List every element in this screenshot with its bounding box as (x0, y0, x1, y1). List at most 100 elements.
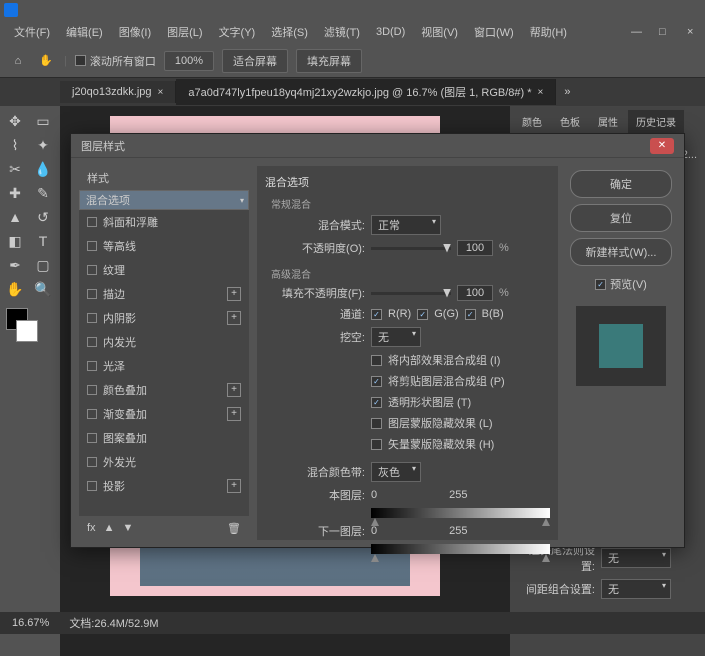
fx-icon[interactable]: fx (87, 522, 96, 534)
brush-tool-icon[interactable]: ✎ (30, 182, 56, 204)
blend-if-select[interactable]: 灰色 (371, 462, 421, 482)
under-layer-gradient[interactable] (371, 544, 550, 554)
style-checkbox[interactable] (87, 217, 97, 227)
fill-opacity-input[interactable]: 100 (457, 285, 493, 301)
channel-b-checkbox[interactable] (465, 309, 476, 320)
style-item-0[interactable]: 混合选项 (79, 190, 249, 210)
zoom-tool-icon[interactable]: 🔍 (30, 278, 56, 300)
style-checkbox[interactable] (87, 433, 97, 443)
new-style-button[interactable]: 新建样式(W)... (570, 238, 672, 266)
style-item-10[interactable]: 图案叠加 (79, 426, 249, 450)
history-brush-icon[interactable]: ↺ (30, 206, 56, 228)
knockout-select[interactable]: 无 (371, 327, 421, 347)
panel-tab-color[interactable]: 颜色 (514, 110, 550, 133)
healing-tool-icon[interactable]: ✚ (2, 182, 28, 204)
ok-button[interactable]: 确定 (570, 170, 672, 198)
tab-close-icon[interactable]: × (158, 87, 164, 98)
kerning-select[interactable]: 无 (601, 548, 671, 568)
move-tool-icon[interactable]: ✥ (2, 110, 28, 132)
style-item-5[interactable]: 内阴影+ (79, 306, 249, 330)
fill-screen-button[interactable]: 填充屏幕 (296, 49, 362, 73)
down-icon[interactable]: ▼ (122, 522, 133, 534)
background-color[interactable] (16, 320, 38, 342)
add-effect-icon[interactable]: + (227, 287, 241, 301)
style-item-1[interactable]: 斜面和浮雕 (79, 210, 249, 234)
style-checkbox[interactable] (87, 457, 97, 467)
zoom-level[interactable]: 16.67% (12, 617, 49, 629)
style-item-9[interactable]: 渐变叠加+ (79, 402, 249, 426)
blend-option-checkbox[interactable] (371, 355, 382, 366)
spacing-select[interactable]: 无 (601, 579, 671, 599)
style-checkbox[interactable] (87, 241, 97, 251)
style-item-7[interactable]: 光泽 (79, 354, 249, 378)
style-checkbox[interactable] (87, 337, 97, 347)
marquee-tool-icon[interactable]: ▭ (30, 110, 56, 132)
style-checkbox[interactable] (87, 265, 97, 275)
reset-button[interactable]: 复位 (570, 204, 672, 232)
menu-edit[interactable]: 编辑(E) (60, 22, 109, 42)
home-icon[interactable]: ⌂ (8, 51, 28, 71)
menu-filter[interactable]: 滤镜(T) (318, 22, 366, 42)
tab-doc1[interactable]: j20qo13zdkk.jpg× (60, 81, 176, 103)
style-checkbox[interactable] (87, 313, 97, 323)
menu-view[interactable]: 视图(V) (415, 22, 464, 42)
menu-layer[interactable]: 图层(L) (161, 22, 208, 42)
style-item-2[interactable]: 等高线 (79, 234, 249, 258)
panel-tab-properties[interactable]: 属性 (590, 110, 626, 133)
trash-icon[interactable]: 🗑 (227, 522, 241, 535)
style-item-11[interactable]: 外发光 (79, 450, 249, 474)
eyedropper-tool-icon[interactable]: 💧 (30, 158, 56, 180)
menu-file[interactable]: 文件(F) (8, 22, 56, 42)
blend-mode-select[interactable]: 正常 (371, 215, 441, 235)
panel-tab-history[interactable]: 历史记录 (628, 110, 684, 133)
opacity-slider[interactable] (371, 247, 451, 250)
zoom-100-button[interactable]: 100% (164, 51, 214, 71)
add-effect-icon[interactable]: + (227, 407, 241, 421)
style-item-12[interactable]: 投影+ (79, 474, 249, 498)
hand-tool-icon[interactable]: ✋ (36, 51, 56, 71)
preview-checkbox[interactable] (595, 279, 606, 290)
panel-tab-swatches[interactable]: 色板 (552, 110, 588, 133)
shape-tool-icon[interactable]: ▢ (30, 254, 56, 276)
menu-help[interactable]: 帮助(H) (524, 22, 573, 42)
hand-tool-icon[interactable]: ✋ (2, 278, 28, 300)
crop-tool-icon[interactable]: ✂ (2, 158, 28, 180)
style-item-6[interactable]: 内发光 (79, 330, 249, 354)
maximize-icon[interactable]: □ (653, 24, 669, 40)
style-checkbox[interactable] (87, 481, 97, 491)
style-checkbox[interactable] (87, 361, 97, 371)
dialog-titlebar[interactable]: 图层样式 ✕ (71, 134, 684, 158)
minimize-icon[interactable]: — (625, 24, 641, 40)
blend-option-checkbox[interactable] (371, 418, 382, 429)
fill-opacity-slider[interactable] (371, 292, 451, 295)
add-effect-icon[interactable]: + (227, 479, 241, 493)
type-tool-icon[interactable]: T (30, 230, 56, 252)
menu-window[interactable]: 窗口(W) (468, 22, 520, 42)
channel-g-checkbox[interactable] (417, 309, 428, 320)
channel-r-checkbox[interactable] (371, 309, 382, 320)
pen-tool-icon[interactable]: ✒ (2, 254, 28, 276)
blend-option-checkbox[interactable] (371, 439, 382, 450)
style-checkbox[interactable] (87, 385, 97, 395)
menu-type[interactable]: 文字(Y) (213, 22, 262, 42)
up-icon[interactable]: ▲ (104, 522, 115, 534)
style-checkbox[interactable] (87, 409, 97, 419)
style-checkbox[interactable] (87, 289, 97, 299)
this-layer-gradient[interactable] (371, 508, 550, 518)
style-item-4[interactable]: 描边+ (79, 282, 249, 306)
fit-screen-button[interactable]: 适合屏幕 (222, 49, 288, 73)
menu-select[interactable]: 选择(S) (265, 22, 314, 42)
menu-image[interactable]: 图像(I) (113, 22, 157, 42)
dialog-close-icon[interactable]: ✕ (650, 138, 674, 154)
blend-option-checkbox[interactable] (371, 376, 382, 387)
style-item-3[interactable]: 纹理 (79, 258, 249, 282)
add-effect-icon[interactable]: + (227, 383, 241, 397)
style-item-8[interactable]: 颜色叠加+ (79, 378, 249, 402)
stamp-tool-icon[interactable]: ▲ (2, 206, 28, 228)
lasso-tool-icon[interactable]: ⌇ (2, 134, 28, 156)
scroll-all-windows-checkbox[interactable]: 滚动所有窗口 (75, 53, 156, 69)
tab-doc2[interactable]: a7a0d747ly1fpeu18yq4mj21xy2wzkjo.jpg @ 1… (176, 79, 556, 105)
opacity-input[interactable]: 100 (457, 240, 493, 256)
eraser-tool-icon[interactable]: ◧ (2, 230, 28, 252)
wand-tool-icon[interactable]: ✦ (30, 134, 56, 156)
